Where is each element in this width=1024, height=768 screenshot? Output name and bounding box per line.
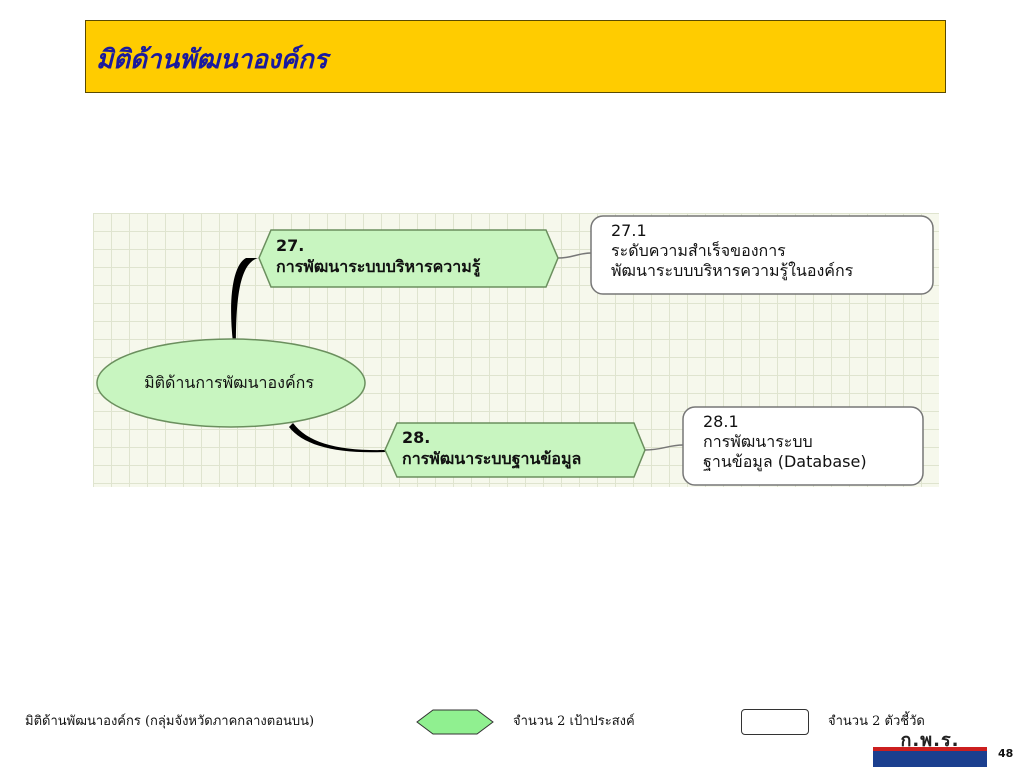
objective-27-label: การพัฒนาระบบบริหารความรู้	[276, 257, 481, 276]
indicator-27-1-text: 27.1 ระดับความสำเร็จของการ พัฒนาระบบบริห…	[611, 221, 853, 281]
legend-objective-shape	[416, 709, 494, 735]
title-banner: มิติด้านพัฒนาองค์กร	[85, 20, 946, 93]
objective-28-label: การพัฒนาระบบฐานข้อมูล	[402, 449, 582, 468]
connector-27-to-27-1	[557, 252, 592, 259]
branch-root-to-objective-28	[289, 423, 385, 453]
objective-27-text: 27. การพัฒนาระบบบริหารความรู้	[276, 235, 480, 277]
legend-objectives-count: จำนวน 2 เป้าประสงค์	[513, 714, 635, 729]
root-node-label: มิติด้านการพัฒนาองค์กร	[144, 373, 314, 392]
indicator-27-1-number: 27.1	[611, 221, 647, 240]
logo-blue-bar	[873, 751, 987, 767]
mind-map-diagram: มิติด้านการพัฒนาองค์กร 27. การพัฒนาระบบบ…	[93, 213, 939, 487]
connector-28-to-28-1	[644, 444, 684, 451]
indicator-27-1-line1: ระดับความสำเร็จของการ	[611, 241, 786, 260]
indicator-27-1-line2: พัฒนาระบบบริหารความรู้ในองค์กร	[611, 261, 854, 280]
objective-27-number: 27.	[276, 236, 305, 255]
indicator-28-1-number: 28.1	[703, 412, 739, 431]
opdc-logo: ก.พ.ร.	[873, 723, 987, 767]
objective-28-number: 28.	[402, 428, 431, 447]
legend-caption: มิติด้านพัฒนาองค์กร (กลุ่มจังหวัดภาคกลาง…	[25, 714, 315, 729]
page-number: 48	[998, 747, 1014, 760]
indicator-28-1-text: 28.1 การพัฒนาระบบ ฐานข้อมูล (Database)	[703, 412, 867, 472]
slide-title: มิติด้านพัฒนาองค์กร	[96, 45, 328, 75]
indicator-28-1-line1: การพัฒนาระบบ	[703, 432, 813, 451]
branch-root-to-objective-27	[231, 258, 258, 343]
objective-28-text: 28. การพัฒนาระบบฐานข้อมูล	[402, 427, 581, 469]
indicator-28-1-line2: ฐานข้อมูล (Database)	[703, 452, 867, 471]
legend-indicator-shape	[741, 709, 809, 735]
